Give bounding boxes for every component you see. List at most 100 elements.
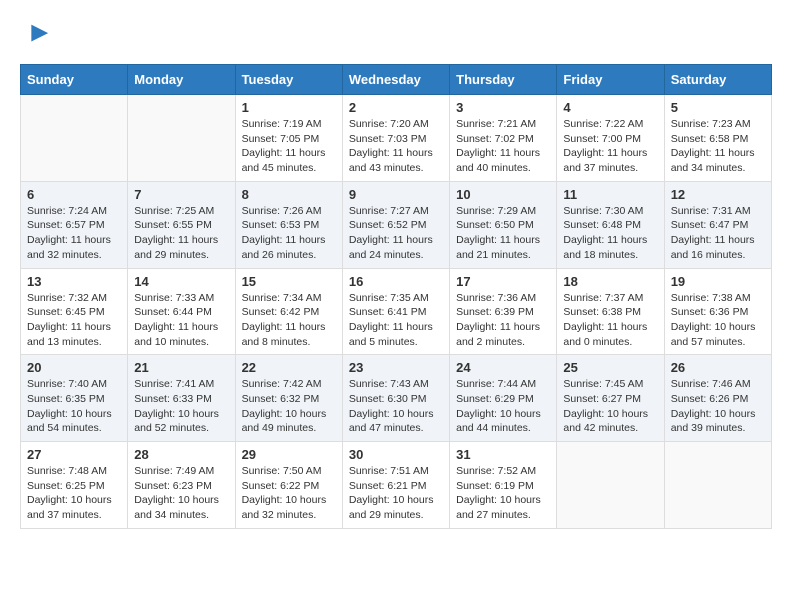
calendar-cell: 23Sunrise: 7:43 AM Sunset: 6:30 PM Dayli…: [342, 355, 449, 442]
day-number: 19: [671, 274, 765, 289]
weekday-header: Friday: [557, 65, 664, 95]
calendar-cell: [664, 442, 771, 529]
logo-icon: [22, 20, 50, 48]
page-header: [20, 20, 772, 48]
day-number: 12: [671, 187, 765, 202]
day-number: 3: [456, 100, 550, 115]
calendar-cell: 26 Sunrise: 7:46 AM Sunset: 6:26 PM Dayli…: [664, 355, 771, 442]
cell-content: Sunrise: 7:41 AM Sunset: 6:33 PM Dayligh…: [134, 377, 228, 436]
cell-content: Sunrise: 7:25 AM Sunset: 6:55 PM Dayligh…: [134, 204, 228, 263]
calendar-cell: 27 Sunrise: 7:48 AM Sunset: 6:25 PM Dayli…: [21, 442, 128, 529]
day-number: 8: [242, 187, 336, 202]
calendar-cell: [128, 95, 235, 182]
calendar-week-row: 6 Sunrise: 7:24 AM Sunset: 6:57 PM Daylig…: [21, 181, 772, 268]
day-number: 28: [134, 447, 228, 462]
cell-content: Sunrise: 7:48 AM Sunset: 6:25 PM Dayligh…: [27, 464, 121, 523]
day-number: 23: [349, 360, 443, 375]
calendar-cell: 28 Sunrise: 7:49 AM Sunset: 6:23 PM Dayli…: [128, 442, 235, 529]
weekday-header: Tuesday: [235, 65, 342, 95]
cell-content: Sunrise: 7:50 AM Sunset: 6:22 PM Dayligh…: [242, 464, 336, 523]
day-number: 29: [242, 447, 336, 462]
calendar-week-row: 27 Sunrise: 7:48 AM Sunset: 6:25 PM Dayli…: [21, 442, 772, 529]
cell-content: Sunrise: 7:38 AM Sunset: 6:36 PM Dayligh…: [671, 291, 765, 350]
day-number: 4: [563, 100, 657, 115]
weekday-header: Thursday: [450, 65, 557, 95]
cell-content: Sunrise: 7:20 AM Sunset: 7:03 PM Dayligh…: [349, 117, 443, 176]
day-number: 30: [349, 447, 443, 462]
calendar-cell: 11 Sunrise: 7:30 AM Sunset: 6:48 PM Dayli…: [557, 181, 664, 268]
cell-content: Sunrise: 7:42 AM Sunset: 6:32 PM Dayligh…: [242, 377, 336, 436]
day-number: 9: [349, 187, 443, 202]
day-number: 17: [456, 274, 550, 289]
calendar-week-row: 20 Sunrise: 7:40 AM Sunset: 6:35 PM Dayli…: [21, 355, 772, 442]
calendar-week-row: 13Sunrise: 7:32 AM Sunset: 6:45 PM Dayli…: [21, 268, 772, 355]
day-number: 16: [349, 274, 443, 289]
cell-content: Sunrise: 7:35 AM Sunset: 6:41 PM Dayligh…: [349, 291, 443, 350]
day-number: 5: [671, 100, 765, 115]
calendar-cell: 4 Sunrise: 7:22 AM Sunset: 7:00 PM Daylig…: [557, 95, 664, 182]
day-number: 1: [242, 100, 336, 115]
calendar-cell: [21, 95, 128, 182]
calendar-cell: 21 Sunrise: 7:41 AM Sunset: 6:33 PM Dayli…: [128, 355, 235, 442]
cell-content: Sunrise: 7:21 AM Sunset: 7:02 PM Dayligh…: [456, 117, 550, 176]
calendar-cell: [557, 442, 664, 529]
calendar-cell: 8 Sunrise: 7:26 AM Sunset: 6:53 PM Daylig…: [235, 181, 342, 268]
calendar-cell: 12Sunrise: 7:31 AM Sunset: 6:47 PM Dayli…: [664, 181, 771, 268]
calendar-table: SundayMondayTuesdayWednesdayThursdayFrid…: [20, 64, 772, 529]
calendar-cell: 9 Sunrise: 7:27 AM Sunset: 6:52 PM Daylig…: [342, 181, 449, 268]
day-number: 13: [27, 274, 121, 289]
cell-content: Sunrise: 7:19 AM Sunset: 7:05 PM Dayligh…: [242, 117, 336, 176]
logo: [20, 20, 50, 48]
calendar-cell: 29 Sunrise: 7:50 AM Sunset: 6:22 PM Dayli…: [235, 442, 342, 529]
calendar-cell: 30 Sunrise: 7:51 AM Sunset: 6:21 PM Dayli…: [342, 442, 449, 529]
cell-content: Sunrise: 7:23 AM Sunset: 6:58 PM Dayligh…: [671, 117, 765, 176]
weekday-header: Sunday: [21, 65, 128, 95]
calendar-cell: 17 Sunrise: 7:36 AM Sunset: 6:39 PM Dayli…: [450, 268, 557, 355]
cell-content: Sunrise: 7:37 AM Sunset: 6:38 PM Dayligh…: [563, 291, 657, 350]
weekday-header: Saturday: [664, 65, 771, 95]
day-number: 18: [563, 274, 657, 289]
day-number: 26: [671, 360, 765, 375]
calendar-cell: 22 Sunrise: 7:42 AM Sunset: 6:32 PM Dayli…: [235, 355, 342, 442]
cell-content: Sunrise: 7:30 AM Sunset: 6:48 PM Dayligh…: [563, 204, 657, 263]
calendar-cell: 13Sunrise: 7:32 AM Sunset: 6:45 PM Dayli…: [21, 268, 128, 355]
calendar-cell: 25 Sunrise: 7:45 AM Sunset: 6:27 PM Dayli…: [557, 355, 664, 442]
weekday-header: Wednesday: [342, 65, 449, 95]
cell-content: Sunrise: 7:29 AM Sunset: 6:50 PM Dayligh…: [456, 204, 550, 263]
day-number: 20: [27, 360, 121, 375]
cell-content: Sunrise: 7:26 AM Sunset: 6:53 PM Dayligh…: [242, 204, 336, 263]
day-number: 2: [349, 100, 443, 115]
calendar-cell: 1 Sunrise: 7:19 AM Sunset: 7:05 PM Daylig…: [235, 95, 342, 182]
cell-content: Sunrise: 7:45 AM Sunset: 6:27 PM Dayligh…: [563, 377, 657, 436]
calendar-header-row: SundayMondayTuesdayWednesdayThursdayFrid…: [21, 65, 772, 95]
calendar-cell: 18 Sunrise: 7:37 AM Sunset: 6:38 PM Dayli…: [557, 268, 664, 355]
day-number: 7: [134, 187, 228, 202]
day-number: 24: [456, 360, 550, 375]
day-number: 11: [563, 187, 657, 202]
day-number: 10: [456, 187, 550, 202]
cell-content: Sunrise: 7:46 AM Sunset: 6:26 PM Dayligh…: [671, 377, 765, 436]
calendar-cell: 24 Sunrise: 7:44 AM Sunset: 6:29 PM Dayli…: [450, 355, 557, 442]
cell-content: Sunrise: 7:49 AM Sunset: 6:23 PM Dayligh…: [134, 464, 228, 523]
cell-content: Sunrise: 7:24 AM Sunset: 6:57 PM Dayligh…: [27, 204, 121, 263]
cell-content: Sunrise: 7:40 AM Sunset: 6:35 PM Dayligh…: [27, 377, 121, 436]
cell-content: Sunrise: 7:52 AM Sunset: 6:19 PM Dayligh…: [456, 464, 550, 523]
day-number: 6: [27, 187, 121, 202]
calendar-cell: 7 Sunrise: 7:25 AM Sunset: 6:55 PM Daylig…: [128, 181, 235, 268]
calendar-cell: 3 Sunrise: 7:21 AM Sunset: 7:02 PM Daylig…: [450, 95, 557, 182]
day-number: 27: [27, 447, 121, 462]
cell-content: Sunrise: 7:36 AM Sunset: 6:39 PM Dayligh…: [456, 291, 550, 350]
day-number: 25: [563, 360, 657, 375]
calendar-cell: 2 Sunrise: 7:20 AM Sunset: 7:03 PM Daylig…: [342, 95, 449, 182]
day-number: 22: [242, 360, 336, 375]
calendar-cell: 5 Sunrise: 7:23 AM Sunset: 6:58 PM Daylig…: [664, 95, 771, 182]
calendar-week-row: 1 Sunrise: 7:19 AM Sunset: 7:05 PM Daylig…: [21, 95, 772, 182]
cell-content: Sunrise: 7:51 AM Sunset: 6:21 PM Dayligh…: [349, 464, 443, 523]
weekday-header: Monday: [128, 65, 235, 95]
cell-content: Sunrise: 7:44 AM Sunset: 6:29 PM Dayligh…: [456, 377, 550, 436]
cell-content: Sunrise: 7:22 AM Sunset: 7:00 PM Dayligh…: [563, 117, 657, 176]
day-number: 21: [134, 360, 228, 375]
day-number: 15: [242, 274, 336, 289]
cell-content: Sunrise: 7:27 AM Sunset: 6:52 PM Dayligh…: [349, 204, 443, 263]
calendar-cell: 15Sunrise: 7:34 AM Sunset: 6:42 PM Dayli…: [235, 268, 342, 355]
